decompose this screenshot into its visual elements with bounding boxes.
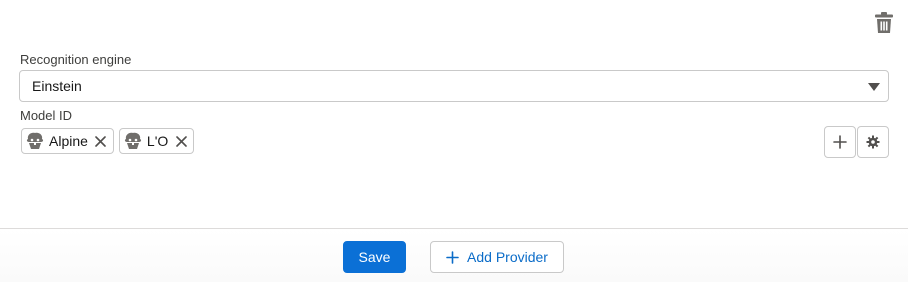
close-icon: [175, 135, 187, 147]
add-provider-label: Add Provider: [467, 249, 548, 265]
close-icon: [95, 135, 107, 147]
trash-icon: [875, 12, 893, 33]
model-pill-label: Alpine: [49, 133, 88, 149]
gear-icon: [866, 135, 880, 149]
recognition-engine-label: Recognition engine: [20, 52, 132, 67]
model-pill-lo[interactable]: L'O: [118, 128, 195, 154]
model-pill-label: L'O: [146, 133, 169, 149]
model-settings-button[interactable]: [857, 126, 889, 158]
model-id-pill-list: Alpine L'O: [21, 128, 195, 154]
footer-bar: Save Add Provider: [0, 228, 908, 282]
chevron-down-icon: [868, 83, 880, 91]
model-id-label: Model ID: [20, 108, 73, 123]
remove-pill-button[interactable]: [93, 133, 109, 149]
add-provider-button[interactable]: Add Provider: [430, 241, 564, 273]
plus-icon: [446, 250, 459, 264]
recognition-engine-select[interactable]: Einstein: [19, 70, 889, 102]
einstein-avatar-icon: [25, 132, 45, 150]
plus-icon: [833, 135, 847, 149]
remove-pill-button[interactable]: [173, 133, 189, 149]
delete-button[interactable]: [872, 10, 896, 36]
model-pill-alpine[interactable]: Alpine: [21, 128, 114, 154]
recognition-engine-value: Einstein: [32, 78, 82, 94]
save-button[interactable]: Save: [343, 241, 406, 273]
einstein-avatar-icon: [123, 132, 143, 150]
add-model-button[interactable]: [824, 126, 856, 158]
